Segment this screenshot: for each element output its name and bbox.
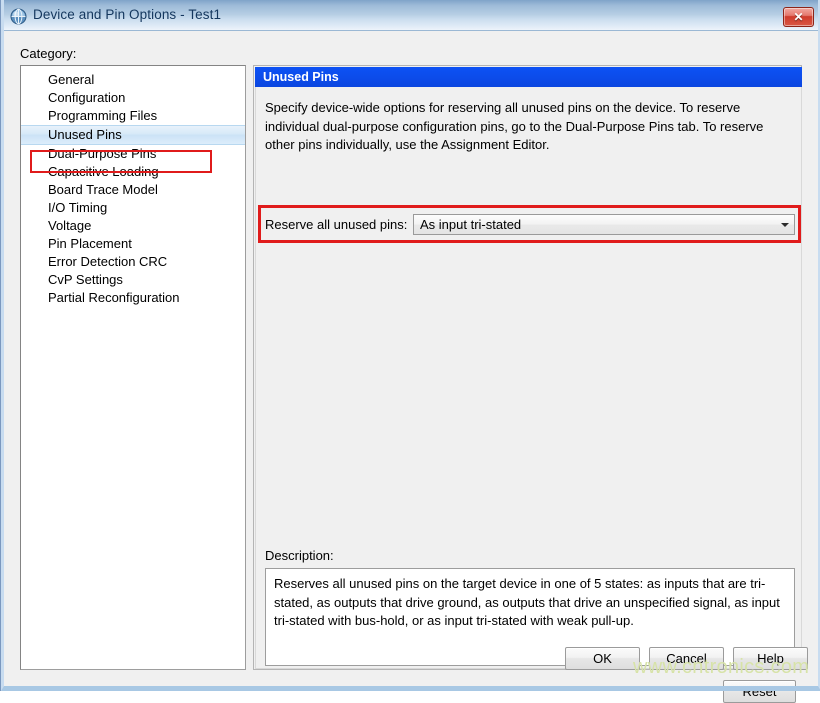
category-item-error-detection-crc[interactable]: Error Detection CRC xyxy=(21,253,245,271)
category-label: Category: xyxy=(20,46,76,61)
category-item-cvp-settings[interactable]: CvP Settings xyxy=(21,271,245,289)
description-label: Description: xyxy=(265,548,334,563)
category-item-partial-reconfiguration[interactable]: Partial Reconfiguration xyxy=(21,289,245,307)
category-item-programming-files[interactable]: Programming Files xyxy=(21,107,245,125)
category-item-pin-placement[interactable]: Pin Placement xyxy=(21,235,245,253)
category-item-dual-purpose-pins[interactable]: Dual-Purpose Pins xyxy=(21,145,245,163)
category-item-capacitive-loading[interactable]: Capacitive Loading xyxy=(21,163,245,181)
category-item-unused-pins[interactable]: Unused Pins xyxy=(21,125,245,145)
category-item-voltage[interactable]: Voltage xyxy=(21,217,245,235)
options-panel: Unused Pins Specify device-wide options … xyxy=(253,65,802,670)
cancel-button[interactable]: Cancel xyxy=(649,647,724,670)
category-item-configuration[interactable]: Configuration xyxy=(21,89,245,107)
category-item-board-trace-model[interactable]: Board Trace Model xyxy=(21,181,245,199)
category-list[interactable]: General Configuration Programming Files … xyxy=(20,65,246,670)
category-item-general[interactable]: General xyxy=(21,71,245,89)
reserve-pins-row: Reserve all unused pins: As input tri-st… xyxy=(265,214,795,236)
window-title: Device and Pin Options - Test1 xyxy=(33,7,221,22)
device-chip-icon xyxy=(10,8,27,25)
close-icon: ✕ xyxy=(793,11,803,23)
dialog-window: Device and Pin Options - Test1 ✕ Categor… xyxy=(0,0,820,691)
title-bar: Device and Pin Options - Test1 ✕ xyxy=(1,0,820,31)
close-button[interactable]: ✕ xyxy=(783,7,814,27)
category-item-io-timing[interactable]: I/O Timing xyxy=(21,199,245,217)
description-text: Reserves all unused pins on the target d… xyxy=(266,569,794,631)
reserve-pins-label: Reserve all unused pins: xyxy=(265,217,407,232)
help-button[interactable]: Help xyxy=(733,647,808,670)
reset-button[interactable]: Reset xyxy=(723,680,796,703)
ok-button[interactable]: OK xyxy=(565,647,640,670)
dialog-body: Category: General Configuration Programm… xyxy=(4,31,818,686)
reserve-pins-value: As input tri-stated xyxy=(420,217,521,232)
panel-content: Specify device-wide options for reservin… xyxy=(255,87,802,669)
panel-intro-text: Specify device-wide options for reservin… xyxy=(265,99,794,155)
reserve-pins-select[interactable]: As input tri-stated xyxy=(413,214,795,235)
chevron-down-icon[interactable] xyxy=(776,215,794,234)
panel-header-title: Unused Pins xyxy=(255,67,802,87)
